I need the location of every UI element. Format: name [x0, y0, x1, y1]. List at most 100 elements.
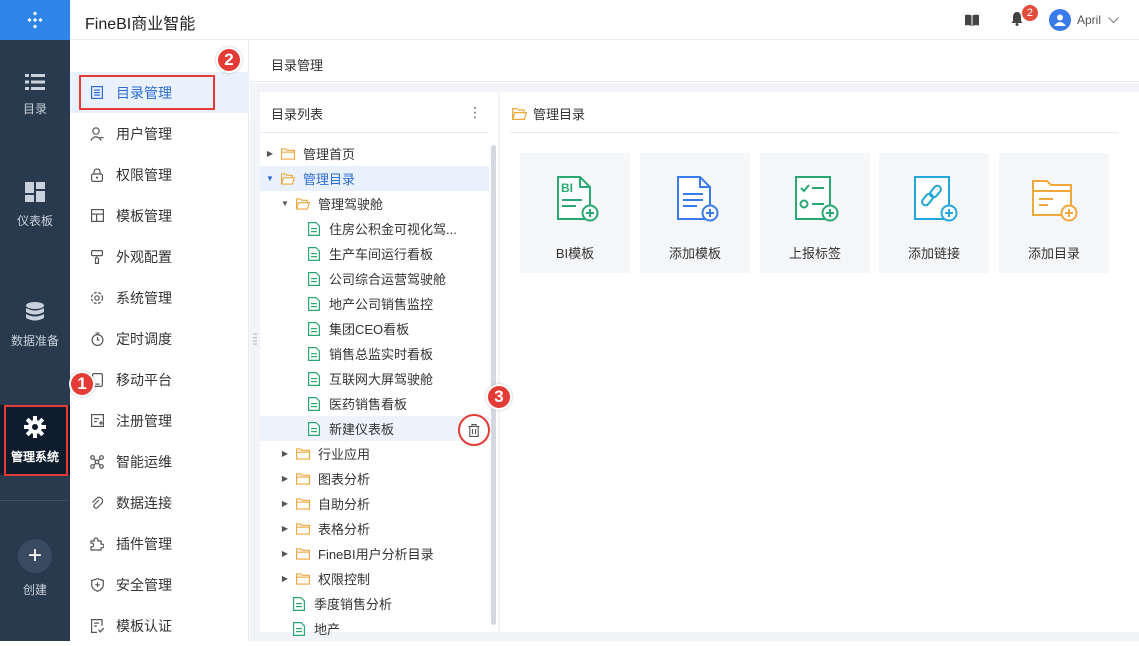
plugin-icon — [89, 536, 105, 552]
caret-right-icon[interactable]: ▶ — [280, 549, 290, 558]
notification-button[interactable]: 2 — [997, 4, 1038, 29]
more-options-icon[interactable]: ⋮ — [468, 104, 482, 121]
report-tag-icon — [795, 176, 839, 222]
card-add-folder[interactable]: 添加目录 — [999, 153, 1109, 273]
database-icon — [26, 301, 44, 320]
tree-file[interactable]: 住房公积金可视化驾... — [260, 216, 489, 241]
tree-file[interactable]: 集团CEO看板 — [260, 316, 489, 341]
user-avatar-icon — [1053, 14, 1066, 26]
card-label: 添加模板 — [668, 246, 721, 261]
add-template-icon — [677, 176, 719, 222]
link-icon — [89, 495, 105, 511]
tree-folder[interactable]: ▶ 图表分析 — [260, 466, 489, 491]
tree-folder[interactable]: ▶ 管理首页 — [260, 141, 489, 166]
dashboard-icon — [25, 181, 45, 202]
caret-right-icon[interactable]: ▶ — [280, 499, 290, 508]
certificate-icon — [89, 618, 105, 634]
menu-item-users[interactable]: 用户管理 — [70, 113, 249, 154]
menu-label: 定时调度 — [116, 330, 172, 347]
tree-folder[interactable]: ▼ 管理目录 — [260, 166, 489, 191]
step-marker-1: 1 — [69, 371, 95, 397]
help-doc-button[interactable] — [947, 14, 997, 26]
tree-file[interactable]: 季度销售分析 — [260, 591, 489, 616]
folder-icon — [281, 147, 295, 160]
top-header: FineBI商业智能 2 April — [70, 0, 1139, 40]
avatar — [1048, 9, 1071, 31]
menu-item-security[interactable]: 安全管理 — [70, 564, 249, 605]
tree-folder[interactable]: ▶ FineBI用户分析目录 — [260, 541, 489, 566]
caret-right-icon[interactable]: ▶ — [280, 574, 290, 583]
user-menu[interactable]: April — [1048, 9, 1119, 31]
tree-file[interactable]: 新建仪表板 — [260, 416, 489, 441]
tree-item-label: 互联网大屏驾驶舱 — [329, 372, 434, 387]
app-logo[interactable] — [0, 0, 70, 40]
menu-item-plugins[interactable]: 插件管理 — [70, 523, 249, 564]
card-report-tag[interactable]: 上报标签 — [760, 153, 870, 273]
menu-item-templates[interactable]: 模板管理 — [70, 195, 249, 236]
menu-item-data-connect[interactable]: 数据连接 — [70, 482, 249, 523]
menu-label: 安全管理 — [116, 576, 172, 593]
user-name: April — [1076, 13, 1101, 27]
lock-icon — [89, 167, 105, 183]
menu-item-appearance[interactable]: 外观配置 — [70, 236, 249, 277]
tree-file[interactable]: 地产公司销售监控 — [260, 291, 489, 316]
tree-folder[interactable]: ▶ 自助分析 — [260, 491, 489, 516]
menu-item-system[interactable]: 系统管理 — [70, 277, 249, 318]
card-label: 添加链接 — [907, 246, 960, 261]
dashboard-file-icon — [308, 396, 320, 411]
breadcrumb: 目录管理 — [250, 40, 1139, 82]
rail-item-data-prep[interactable]: 数据准备 — [0, 290, 70, 360]
caret-right-icon[interactable]: ▶ — [280, 474, 290, 483]
tree-folder[interactable]: ▶ 权限控制 — [260, 566, 489, 591]
tree-file[interactable]: 生产车间运行看板 — [260, 241, 489, 266]
folder-icon — [296, 522, 310, 535]
dashboard-file-icon — [308, 246, 320, 261]
folder-open-icon — [512, 107, 527, 120]
delete-button[interactable] — [458, 414, 490, 446]
tree-item-label: 医药销售看板 — [329, 397, 408, 412]
tree-file[interactable]: 互联网大屏驾驶舱 — [260, 366, 489, 391]
card-add-template[interactable]: 添加模板 — [640, 153, 750, 273]
menu-item-permissions[interactable]: 权限管理 — [70, 154, 249, 195]
menu-label: 插件管理 — [116, 535, 172, 552]
caret-right-icon[interactable]: ▶ — [265, 149, 275, 158]
tree-item-label: 管理目录 — [303, 172, 356, 187]
tree-file[interactable]: 公司综合运营驾驶舱 — [260, 266, 489, 291]
menu-item-schedule[interactable]: 定时调度 — [70, 318, 249, 359]
rail-label: 仪表板 — [16, 213, 53, 228]
card-bi-template[interactable]: BI BI模板 — [520, 153, 630, 273]
caret-down-icon[interactable]: ▼ — [280, 199, 290, 208]
tree-file[interactable]: 地产 — [260, 616, 489, 641]
divider — [510, 132, 1118, 133]
tree-file[interactable]: 医药销售看板 — [260, 391, 489, 416]
rail-label: 创建 — [22, 582, 47, 597]
tree-item-label: 销售总监实时看板 — [329, 347, 434, 362]
tree-folder[interactable]: ▶ 表格分析 — [260, 516, 489, 541]
add-link-icon — [914, 176, 958, 222]
register-icon — [89, 413, 105, 429]
menu-label: 注册管理 — [116, 412, 172, 429]
tree-file[interactable]: 销售总监实时看板 — [260, 341, 489, 366]
menu-label: 移动平台 — [116, 371, 172, 388]
rail-item-catalog[interactable]: 目录 — [0, 60, 70, 130]
logo-icon — [27, 11, 43, 29]
menu-item-certification[interactable]: 模板认证 — [70, 605, 249, 646]
menu-item-register[interactable]: 注册管理 — [70, 400, 249, 441]
menu-item-mobile[interactable]: 移动平台 — [70, 359, 249, 400]
tree-item-label: 管理首页 — [303, 147, 356, 162]
left-splitter-handle[interactable] — [253, 333, 257, 345]
caret-right-icon[interactable]: ▶ — [280, 449, 290, 458]
caret-down-icon[interactable]: ▼ — [265, 174, 275, 183]
tree-folder[interactable]: ▶ 行业应用 — [260, 441, 489, 466]
card-add-link[interactable]: 添加链接 — [879, 153, 989, 273]
tree-title: 目录列表 — [271, 107, 324, 122]
tree-folder[interactable]: ▼ 管理驾驶舱 — [260, 191, 489, 216]
menu-label: 系统管理 — [116, 289, 172, 306]
tree-item-label: 行业应用 — [318, 447, 371, 462]
shield-icon — [89, 577, 105, 593]
caret-right-icon[interactable]: ▶ — [280, 524, 290, 533]
rail-item-create[interactable]: + 创建 — [0, 533, 70, 603]
menu-item-ops[interactable]: 智能运维 — [70, 441, 249, 482]
card-label: 添加目录 — [1027, 246, 1080, 261]
rail-item-dashboard[interactable]: 仪表板 — [0, 170, 70, 240]
